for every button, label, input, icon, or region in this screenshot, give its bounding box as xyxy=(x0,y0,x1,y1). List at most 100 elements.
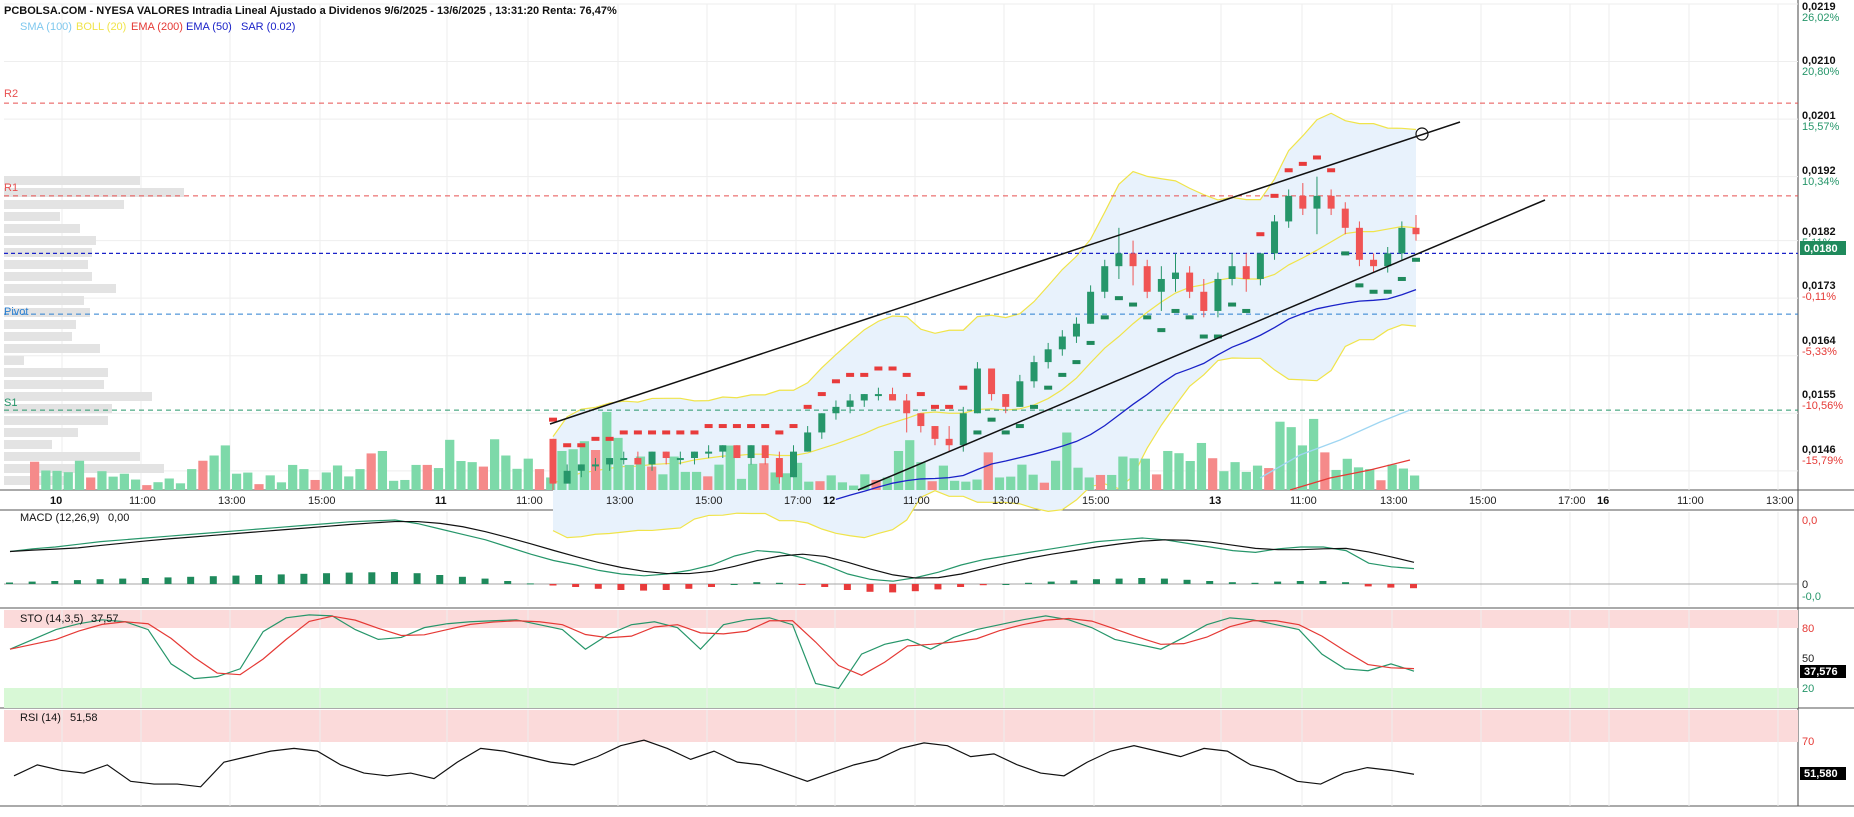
volume-bar xyxy=(1331,469,1341,490)
candle-body xyxy=(634,458,642,465)
volume-bar xyxy=(804,481,814,490)
candle-body xyxy=(648,451,656,465)
macd-histogram-bar xyxy=(843,584,851,590)
macd-histogram-bar xyxy=(1092,579,1100,584)
sar-dot xyxy=(563,443,572,448)
hour-label: 11:00 xyxy=(903,495,930,507)
candle-body xyxy=(973,368,981,414)
sar-dot xyxy=(1129,302,1138,307)
volume-bar xyxy=(1309,418,1319,490)
macd-histogram-bar xyxy=(51,581,59,584)
volume-bar xyxy=(703,476,713,490)
legend-sma: SMA (100) xyxy=(20,21,72,33)
volume-bar xyxy=(568,449,578,490)
volume-bar xyxy=(714,464,724,490)
volume-bar xyxy=(1151,474,1162,490)
sar-dot xyxy=(1341,251,1350,256)
candle-body xyxy=(959,413,967,446)
macd-histogram-bar xyxy=(187,576,195,584)
volume-bar xyxy=(1208,458,1218,490)
candle-body xyxy=(1101,266,1109,292)
candle-body xyxy=(747,445,755,459)
macd-histogram-bar xyxy=(209,576,217,584)
sar-dot xyxy=(959,385,968,390)
macd-histogram-bar xyxy=(798,584,806,585)
candle-body xyxy=(563,470,571,484)
sto-tick: 80 xyxy=(1802,623,1814,635)
hour-label: 13:00 xyxy=(992,495,1020,507)
sar-dot xyxy=(1242,308,1251,313)
legend-sar: SAR (0.02) xyxy=(241,21,295,33)
volume-bar xyxy=(1365,469,1375,490)
volume-profile-bar xyxy=(4,452,140,461)
volume-bar xyxy=(467,462,477,490)
sar-dot xyxy=(676,430,685,435)
volume-bar xyxy=(1196,442,1207,490)
pct-tick: 10,34% xyxy=(1802,176,1840,188)
level-r2-label: R2 xyxy=(4,88,18,100)
day-label: 10 xyxy=(50,495,62,507)
candle-body xyxy=(1200,291,1208,311)
sar-dot xyxy=(888,366,897,371)
candle-body xyxy=(832,406,840,414)
volume-bar xyxy=(759,463,769,490)
volume-bar xyxy=(534,469,545,490)
volume-bar xyxy=(1241,471,1251,490)
candle-body xyxy=(1398,227,1406,254)
volume-bar xyxy=(1107,474,1117,490)
volume-bar xyxy=(142,485,152,490)
volume-bar xyxy=(748,463,758,490)
macd-label: MACD (12,26,9) xyxy=(20,512,99,524)
macd-histogram-bar xyxy=(458,576,466,584)
macd-histogram-bar xyxy=(662,584,670,590)
rsi-overbought-zone xyxy=(4,710,1798,742)
sar-dot xyxy=(577,443,586,448)
macd-histogram-bar xyxy=(1364,584,1372,587)
volume-bar xyxy=(153,482,163,490)
macd-histogram-bar xyxy=(1410,584,1417,589)
price-chart[interactable]: PCBOLSA.COM - NYESA VALORES Intradia Lin… xyxy=(0,0,1854,812)
volume-bar xyxy=(265,475,275,490)
hour-label: 11:00 xyxy=(1677,495,1704,507)
volume-bar xyxy=(422,464,432,490)
macd-histogram-bar xyxy=(323,573,331,584)
volume-bar xyxy=(389,480,399,490)
sar-dot xyxy=(874,366,883,371)
macd-histogram-bar xyxy=(911,584,919,592)
sar-dot xyxy=(1185,315,1194,320)
pct-tick: -15,79% xyxy=(1802,455,1843,467)
volume-bar xyxy=(927,481,937,490)
sar-dot xyxy=(1171,308,1180,313)
volume-bar xyxy=(1039,482,1049,490)
volume-bar xyxy=(602,411,612,490)
candle-body xyxy=(1115,253,1123,267)
day-label: 13 xyxy=(1209,495,1221,507)
macd-tick: -0,0 xyxy=(1802,591,1821,603)
sar-dot xyxy=(549,417,557,422)
hour-label: 11:00 xyxy=(1290,495,1317,507)
macd-histogram-bar xyxy=(28,581,36,584)
volume-profile-bar xyxy=(4,320,76,329)
hour-label: 17:00 xyxy=(1558,495,1586,507)
candle-body xyxy=(1370,259,1378,267)
candle-body xyxy=(1143,266,1151,292)
volume-bar xyxy=(1006,476,1016,490)
volume-bar xyxy=(624,464,634,490)
volume-bar xyxy=(501,455,511,490)
macd-histogram-bar xyxy=(277,574,285,584)
volume-profile-bar xyxy=(4,368,108,377)
volume-bar xyxy=(961,481,971,490)
pct-tick: 15,57% xyxy=(1802,121,1840,133)
sar-dot xyxy=(1044,385,1053,390)
volume-bar xyxy=(52,470,62,490)
volume-bar xyxy=(164,478,174,490)
candle-body xyxy=(1327,195,1335,209)
volume-bar xyxy=(893,450,904,490)
sar-dot xyxy=(633,430,642,435)
volume-bar xyxy=(815,481,825,490)
macd-histogram-bar xyxy=(345,572,353,584)
volume-bar xyxy=(950,480,960,490)
hour-label: 15:00 xyxy=(1082,495,1110,507)
volume-bar xyxy=(1230,462,1240,490)
sar-dot xyxy=(1100,315,1109,320)
